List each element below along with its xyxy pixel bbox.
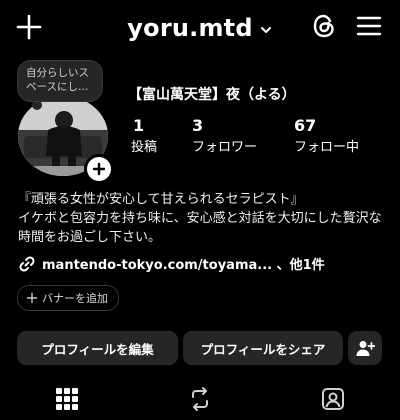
note-bubble[interactable]: 自分らしいスペースにし… — [17, 60, 103, 102]
plus-icon — [26, 292, 38, 304]
reels-repost-icon[interactable] — [187, 386, 213, 412]
add-banner-label: バナーを追加 — [42, 292, 108, 305]
add-person-icon — [356, 341, 375, 356]
add-banner-button[interactable]: バナーを追加 — [17, 285, 119, 311]
account-switcher[interactable]: yoru.mtd — [0, 14, 400, 42]
share-profile-label: プロフィールをシェア — [200, 341, 326, 357]
plus-icon — [92, 162, 106, 176]
display-name: 【富山萬天堂】夜（よる） — [128, 87, 296, 103]
tagged-icon[interactable] — [320, 386, 346, 412]
edit-profile-label: プロフィールを編集 — [41, 341, 154, 357]
link-icon — [18, 255, 36, 273]
discover-people-button[interactable] — [348, 331, 382, 365]
posts-count[interactable]: 1 — [133, 116, 144, 135]
grid-icon[interactable] — [54, 386, 80, 412]
add-story-button[interactable] — [84, 154, 114, 184]
bio-line: 『頑張る女性が安心して甘えられるセラピスト』 — [18, 192, 304, 207]
following-label[interactable]: フォロー中 — [294, 136, 359, 155]
following-count[interactable]: 67 — [294, 116, 316, 135]
followers-label[interactable]: フォロワー — [192, 136, 257, 155]
share-profile-button[interactable]: プロフィールをシェア — [183, 331, 343, 365]
bio: 『頑張る女性が安心して甘えられるセラピスト』 イケボと包容力を持ち味に、安心感と… — [18, 190, 388, 247]
profile-link[interactable]: mantendo-tokyo.com/toyama... 、他1件 — [18, 254, 325, 273]
bio-line: イケボと包容力を持ち味に、安心感と対話を大切にした贅沢な時間をお過ごし下さい。 — [18, 211, 382, 245]
threads-icon[interactable] — [310, 12, 338, 40]
note-text: 自分らしいスペースにし… — [26, 67, 89, 93]
username: yoru.mtd — [127, 14, 253, 42]
hamburger-menu-icon[interactable] — [356, 14, 382, 38]
chevron-down-icon — [259, 23, 273, 37]
edit-profile-button[interactable]: プロフィールを編集 — [17, 331, 178, 365]
link-text[interactable]: mantendo-tokyo.com/toyama... 、他1件 — [42, 254, 325, 273]
followers-count[interactable]: 3 — [192, 116, 203, 135]
posts-label[interactable]: 投稿 — [131, 136, 157, 155]
